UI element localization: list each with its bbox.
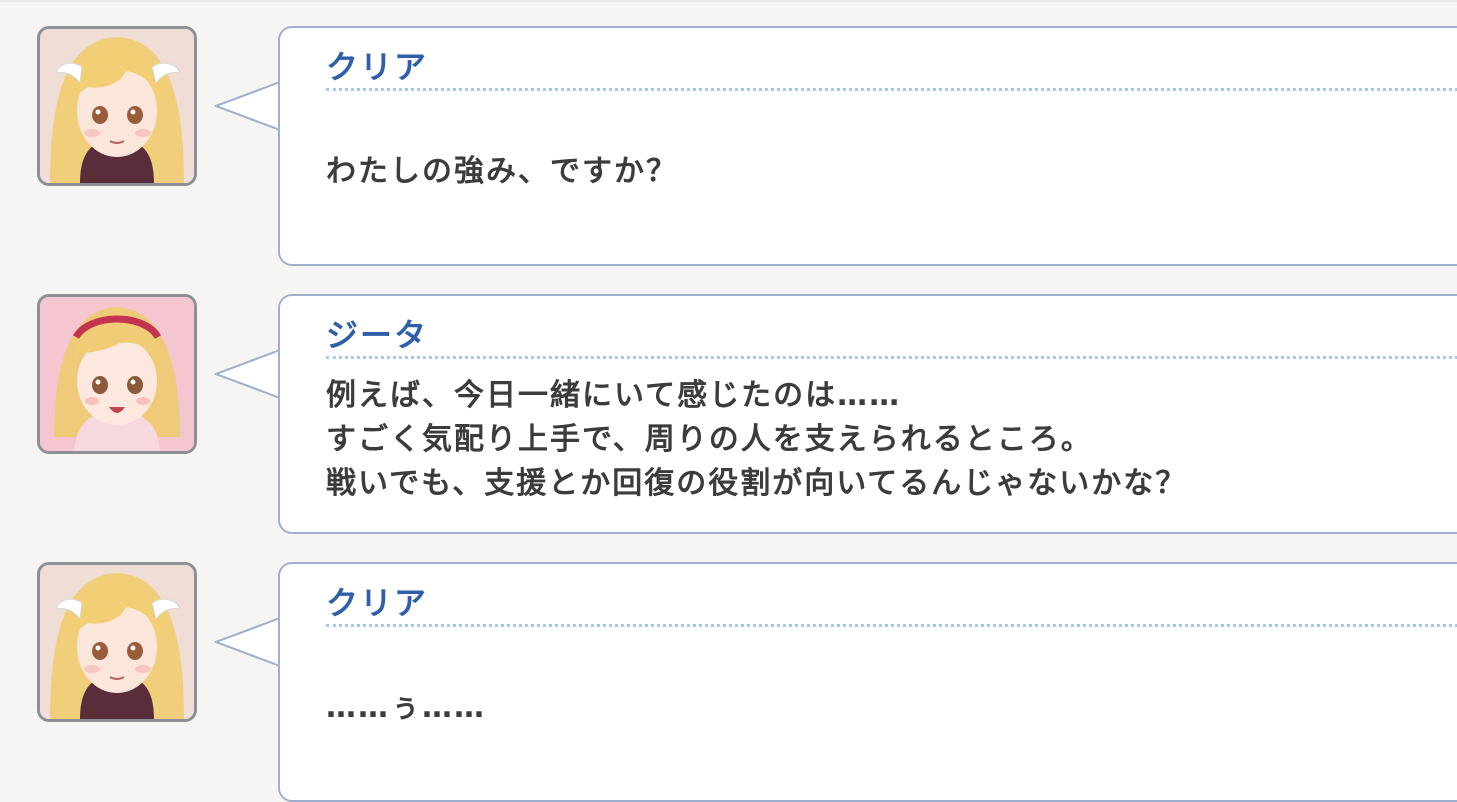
speaker-name: クリア — [326, 48, 429, 86]
dialogue-bubble: ジータ 例えば、今日一緒にいて感じたのは…… すごく気配り上手で、周りの人を支え… — [278, 294, 1457, 534]
dialogue-line: わたしの強み、ですか？ — [326, 154, 678, 189]
clair-portrait-icon — [40, 565, 194, 719]
clair-avatar — [37, 562, 197, 722]
dialogue-entry: クリア ……ぅ…… — [0, 562, 1457, 802]
speech-bubble-tail — [214, 348, 284, 402]
djeeta-avatar — [37, 294, 197, 454]
speech-bubble-tail — [214, 616, 284, 670]
dialogue-line: 例えば、今日一緒にいて感じたのは…… — [326, 378, 902, 413]
name-divider — [326, 356, 1457, 359]
dialogue-bubble: クリア ……ぅ…… — [278, 562, 1457, 802]
dialogue-entry: ジータ 例えば、今日一緒にいて感じたのは…… すごく気配り上手で、周りの人を支え… — [0, 294, 1457, 534]
dialogue-line: 戦いでも、支援とか回復の役割が向いてるんじゃないかな？ — [326, 466, 1188, 501]
speech-bubble-tail — [214, 80, 284, 134]
dialogue-line: すごく気配り上手で、周りの人を支えられるところ。 — [326, 422, 1093, 457]
name-divider — [326, 88, 1457, 91]
clair-avatar — [37, 26, 197, 186]
dialogue-bubble: クリア わたしの強み、ですか？ — [278, 26, 1457, 266]
clair-portrait-icon — [40, 29, 194, 183]
djeeta-portrait-icon — [40, 297, 194, 451]
speaker-name: ジータ — [326, 316, 429, 354]
dialogue-entry: クリア わたしの強み、ですか？ — [0, 26, 1457, 266]
dialogue-line: ……ぅ…… — [326, 690, 486, 725]
name-divider — [326, 624, 1457, 627]
speaker-name: クリア — [326, 584, 429, 622]
dialogue-log-panel[interactable]: クリア わたしの強み、ですか？ ジータ 例えば、今日一緒にいて感じたのは…… す… — [0, 0, 1457, 802]
